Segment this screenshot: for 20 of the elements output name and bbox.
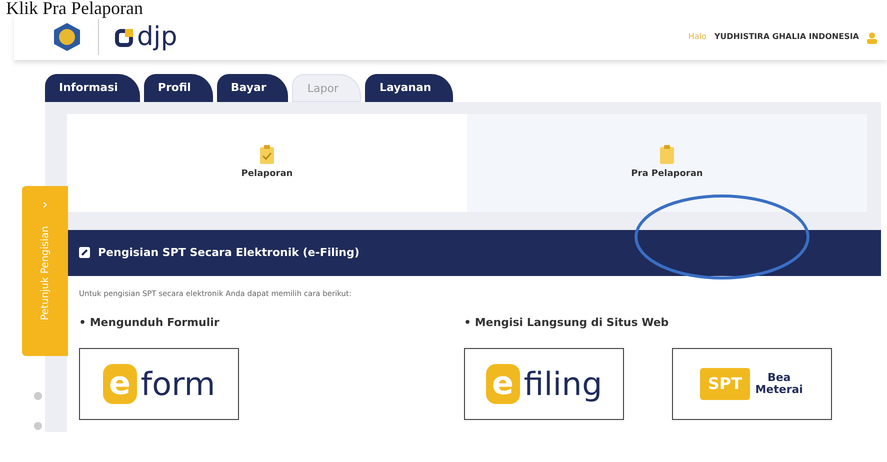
clipboard-icon (259, 144, 275, 164)
nav-tab[interactable]: Profil (144, 74, 213, 102)
nav-tab[interactable]: Bayar (216, 74, 288, 102)
service-logo-button[interactable]: SPT Bea Meterai (672, 348, 832, 420)
greeting-text: Halo (688, 31, 706, 43)
pager-dot[interactable] (34, 392, 42, 400)
menu-card[interactable]: Pelaporan (67, 114, 467, 212)
pager-dot[interactable] (34, 422, 42, 430)
user-name[interactable]: YUDHISTIRA GHALIA INDONESIA (714, 31, 859, 43)
section-heading: • Mengisi Langsung di Situs Web (464, 315, 670, 332)
logo-text: djp (137, 24, 178, 50)
nav-tab[interactable]: Layanan (365, 74, 454, 102)
menu-card[interactable]: Pra Pelaporan (467, 114, 867, 212)
service-logo-button[interactable]: e form (79, 348, 239, 420)
section-heading: • Mengunduh Formulir (79, 315, 220, 332)
clipboard-icon (659, 144, 675, 164)
nav-tab[interactable]: Informasi (45, 74, 140, 102)
panel-title: Pengisian SPT Secara Elektronik (e-Filing) (98, 244, 360, 261)
emblem-icon (52, 22, 82, 52)
service-logo-button[interactable]: e filing (464, 348, 624, 420)
